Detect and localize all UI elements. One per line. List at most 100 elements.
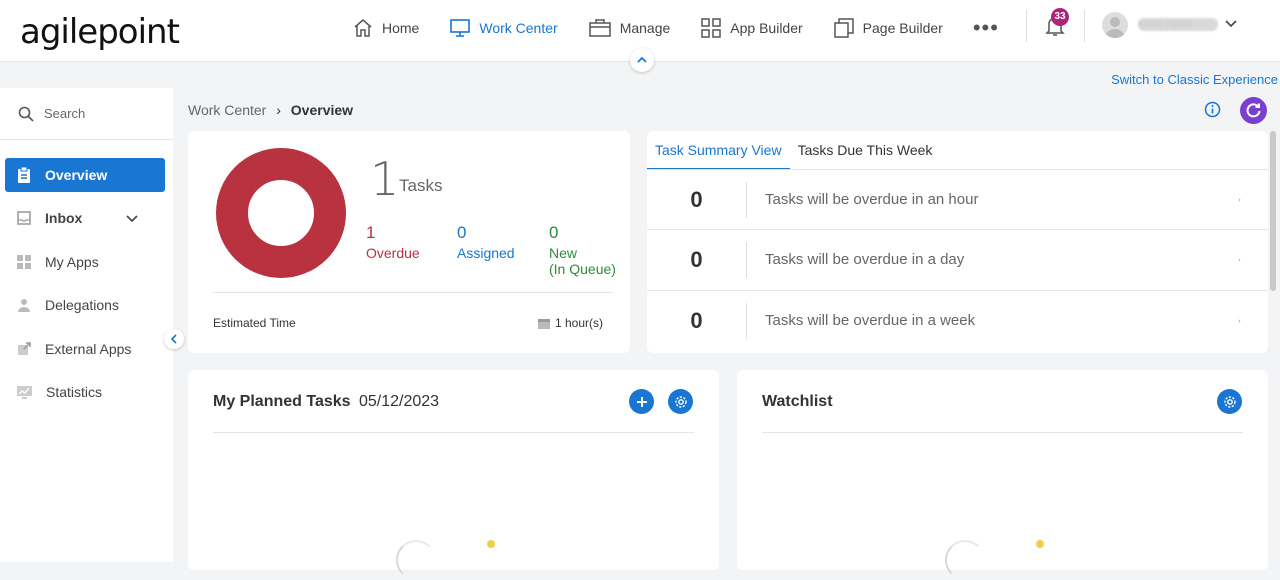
- nav-divider: [1026, 10, 1027, 42]
- pages-icon: [833, 18, 854, 38]
- tasks-donut-chart[interactable]: [216, 148, 346, 278]
- overdue-label: Overdue: [366, 245, 420, 261]
- loading-spinner: [396, 540, 436, 580]
- nav-manage[interactable]: Manage: [588, 17, 670, 39]
- planned-settings-button[interactable]: [668, 389, 693, 414]
- estimated-time-text: 1 hour(s): [555, 316, 604, 330]
- notification-badge: 33: [1051, 8, 1069, 26]
- overdue-count: 1: [366, 223, 376, 242]
- sidebar-item-inbox[interactable]: Inbox: [5, 201, 165, 235]
- assigned-label: Assigned: [457, 245, 515, 261]
- sidebar-item-external-apps[interactable]: External Apps: [5, 332, 165, 366]
- watchlist-title: Watchlist: [762, 393, 833, 410]
- loading-dot: [487, 540, 495, 548]
- summary-count: 0: [647, 302, 747, 339]
- monitor-icon: [450, 19, 471, 37]
- summary-tabs: Task Summary View Tasks Due This Week: [647, 134, 940, 170]
- overdue-stat[interactable]: 1 Overdue: [366, 223, 420, 261]
- panel-divider: [762, 432, 1243, 433]
- sidebar-item-label: My Apps: [45, 254, 99, 270]
- new-stat[interactable]: 0 New (In Queue): [549, 223, 616, 277]
- summary-row-hour[interactable]: 0 Tasks will be overdue in an hour: [647, 169, 1268, 229]
- new-sublabel: (In Queue): [549, 261, 616, 277]
- scrollbar[interactable]: [1270, 131, 1276, 291]
- user-name[interactable]: Kamal Hasan: [1138, 18, 1218, 31]
- new-count: 0: [549, 223, 559, 242]
- gear-icon: [674, 395, 687, 408]
- sidebar-item-label: External Apps: [45, 341, 132, 357]
- nav-home-label: Home: [382, 20, 420, 36]
- breadcrumb-separator: ›: [276, 102, 281, 118]
- user-avatar-icon: [1105, 17, 1125, 38]
- chart-icon: [17, 386, 32, 399]
- briefcase-icon: [588, 19, 611, 37]
- more-menu-icon[interactable]: •••: [973, 15, 999, 41]
- tab-task-summary-view[interactable]: Task Summary View: [647, 134, 790, 170]
- sidebar-collapse-button[interactable]: [164, 329, 184, 349]
- sidebar-item-statistics[interactable]: Statistics: [5, 375, 165, 409]
- estimated-time-label: Estimated Time: [213, 316, 296, 330]
- nav-page-builder[interactable]: Page Builder: [833, 17, 943, 39]
- sidebar-item-my-apps[interactable]: My Apps: [5, 245, 165, 279]
- nav-home[interactable]: Home: [352, 17, 419, 39]
- gear-icon: [1223, 395, 1236, 408]
- sidebar-item-overview[interactable]: Overview: [5, 158, 165, 192]
- main-nav: Home Work Center Manage App Builder Page…: [352, 0, 999, 56]
- sidebar: Search Overview Inbox My Apps Delegation…: [0, 88, 173, 562]
- collapse-header-button[interactable]: [630, 48, 654, 72]
- planned-tasks-heading: My Planned Tasks: [213, 393, 351, 410]
- nav-work-center[interactable]: Work Center: [449, 17, 558, 39]
- tab-tasks-due-this-week[interactable]: Tasks Due This Week: [790, 134, 941, 170]
- watchlist-settings-button[interactable]: [1217, 389, 1242, 414]
- sidebar-search[interactable]: Search: [0, 88, 173, 140]
- clipboard-icon: [18, 167, 30, 183]
- total-tasks-count: 1: [370, 152, 400, 206]
- chevron-down-icon[interactable]: [125, 211, 139, 225]
- refresh-button[interactable]: [1240, 97, 1267, 124]
- sidebar-item-delegations[interactable]: Delegations: [5, 288, 165, 322]
- summary-count: 0: [647, 241, 747, 278]
- summary-text: Tasks will be overdue in an hour: [765, 191, 979, 208]
- assigned-stat[interactable]: 0 Assigned: [457, 223, 515, 261]
- total-tasks-label: Tasks: [399, 176, 443, 195]
- summary-row-day[interactable]: 0 Tasks will be overdue in a day: [647, 229, 1268, 289]
- estimated-time-value: 1 hour(s): [538, 316, 603, 330]
- summary-text: Tasks will be overdue in a day: [765, 251, 965, 268]
- inbox-icon: [17, 211, 31, 225]
- panel-divider: [213, 432, 694, 433]
- apps-icon: [17, 255, 31, 269]
- loading-dot: [1036, 540, 1044, 548]
- sidebar-item-label: Inbox: [45, 210, 83, 226]
- chevron-right-icon: [1238, 319, 1241, 322]
- summary-row-week[interactable]: 0 Tasks will be overdue in a week: [647, 290, 1268, 350]
- nav-app-builder[interactable]: App Builder: [700, 17, 803, 39]
- chevron-up-icon: [637, 56, 647, 63]
- search-input[interactable]: Search: [44, 106, 85, 121]
- breadcrumb: Work Center › Overview: [188, 102, 353, 118]
- planned-tasks-date: 05/12/2023: [358, 393, 440, 410]
- breadcrumb-current: Overview: [290, 102, 354, 118]
- nav-app-builder-label: App Builder: [730, 20, 803, 36]
- app-logo[interactable]: agilepoint: [20, 12, 180, 52]
- donut-overdue-slice[interactable]: [216, 148, 346, 278]
- chevron-left-icon: [170, 334, 177, 344]
- nav-work-center-label: Work Center: [479, 20, 558, 36]
- add-planned-task-button[interactable]: [629, 389, 654, 414]
- chevron-down-icon[interactable]: [1224, 16, 1238, 30]
- plus-icon: [636, 396, 647, 407]
- search-icon: [18, 106, 34, 122]
- calendar-icon: [538, 319, 550, 329]
- avatar[interactable]: [1102, 12, 1128, 38]
- nav-divider: [1084, 10, 1085, 42]
- classic-experience-link[interactable]: Switch to Classic Experience: [1111, 72, 1278, 87]
- breadcrumb-parent[interactable]: Work Center: [188, 102, 266, 118]
- external-link-icon: [18, 342, 31, 355]
- refresh-icon: [1246, 103, 1261, 118]
- info-icon[interactable]: [1204, 101, 1221, 118]
- sidebar-item-label: Statistics: [46, 384, 103, 400]
- assigned-count: 0: [457, 223, 467, 242]
- card-divider: [213, 292, 613, 293]
- planned-tasks-title: My Planned Tasks 05/12/2023: [213, 393, 439, 411]
- loading-spinner: [945, 540, 985, 580]
- grid-icon: [701, 18, 722, 38]
